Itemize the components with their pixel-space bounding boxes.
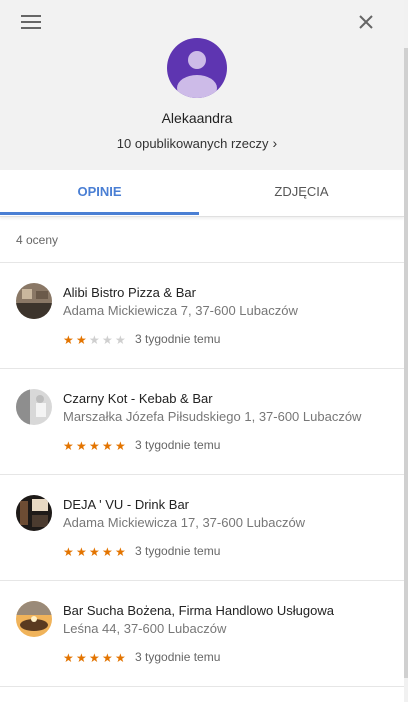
review-time: 3 tygodnie temu	[135, 650, 221, 664]
rating-stars: ★ ★ ★ ★ ★	[63, 649, 128, 665]
place-name[interactable]: DEJA ' VU - Drink Bar	[63, 497, 189, 512]
star-icon: ★	[63, 439, 74, 453]
star-icon: ★	[102, 439, 113, 453]
star-icon: ★	[115, 333, 126, 347]
rating-stars: ★ ★ ★ ★ ★	[63, 543, 128, 559]
tab-bar: OPINIE ZDJĘCIA	[0, 170, 404, 217]
reviewer-panel: Alekaandra 10 opublikowanych rzeczy › OPI…	[0, 0, 404, 702]
place-thumbnail[interactable]	[16, 601, 52, 637]
place-name[interactable]: Czarny Kot - Kebab & Bar	[63, 391, 213, 406]
place-name[interactable]: Bar Sucha Bożena, Firma Handlowo Usługow…	[63, 603, 334, 618]
star-icon: ★	[76, 651, 87, 665]
star-icon: ★	[76, 545, 87, 559]
avatar[interactable]	[167, 38, 227, 98]
place-thumbnail[interactable]	[16, 495, 52, 531]
review-time: 3 tygodnie temu	[135, 332, 221, 346]
star-icon: ★	[63, 651, 74, 665]
place-address: Leśna 44, 37-600 Lubaczów	[63, 621, 227, 636]
review-time: 3 tygodnie temu	[135, 544, 221, 558]
profile-name: Alekaandra	[161, 110, 233, 126]
star-icon: ★	[102, 333, 113, 347]
star-icon: ★	[63, 545, 74, 559]
profile-header: Alekaandra 10 opublikowanych rzeczy ›	[0, 0, 404, 170]
tab-photos[interactable]: ZDJĘCIA	[199, 170, 404, 214]
review-item: DEJA ' VU - Drink Bar Adama Mickiewicza …	[0, 475, 404, 581]
place-address: Adama Mickiewicza 17, 37-600 Lubaczów	[63, 515, 306, 530]
star-icon: ★	[89, 439, 100, 453]
active-tab-indicator	[0, 212, 199, 215]
star-icon: ★	[76, 439, 87, 453]
menu-icon[interactable]	[21, 15, 41, 29]
star-icon: ★	[89, 545, 100, 559]
star-icon: ★	[89, 333, 100, 347]
place-name[interactable]: Alibi Bistro Pizza & Bar	[63, 285, 196, 300]
person-icon	[177, 51, 217, 98]
star-icon: ★	[89, 651, 100, 665]
review-item: Czarny Kot - Kebab & Bar Marszałka Józef…	[0, 369, 404, 475]
close-icon[interactable]	[357, 13, 375, 31]
star-icon: ★	[115, 651, 126, 665]
place-address: Adama Mickiewicza 7, 37-600 Lubaczów	[63, 303, 298, 318]
published-link[interactable]: 10 opublikowanych rzeczy ›	[0, 135, 394, 151]
chevron-right-icon: ›	[272, 135, 278, 151]
tab-reviews[interactable]: OPINIE	[0, 170, 199, 214]
published-text: 10 opublikowanych rzeczy	[116, 136, 269, 151]
review-item: Bar Sucha Bożena, Firma Handlowo Usługow…	[0, 581, 404, 687]
divider	[0, 686, 404, 687]
review-time: 3 tygodnie temu	[135, 438, 221, 452]
place-thumbnail[interactable]	[16, 283, 52, 319]
rating-stars: ★ ★ ★ ★ ★	[63, 331, 128, 347]
star-icon: ★	[115, 439, 126, 453]
star-icon: ★	[115, 545, 126, 559]
star-icon: ★	[76, 333, 87, 347]
rating-stars: ★ ★ ★ ★ ★	[63, 437, 128, 453]
review-item: Alibi Bistro Pizza & Bar Adama Mickiewic…	[0, 263, 404, 369]
place-thumbnail[interactable]	[16, 389, 52, 425]
scrollbar-thumb[interactable]	[404, 48, 408, 678]
star-icon: ★	[102, 545, 113, 559]
star-icon: ★	[102, 651, 113, 665]
star-icon: ★	[63, 333, 74, 347]
place-address: Marszałka Józefa Piłsudskiego 1, 37-600 …	[63, 409, 362, 424]
reviews-count: 4 oceny	[16, 233, 59, 247]
